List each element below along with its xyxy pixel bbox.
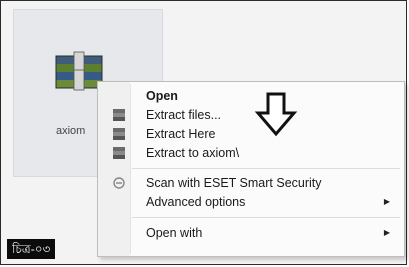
menu-item-open-with[interactable]: Open with ▶ <box>98 223 404 243</box>
menu-item-extract-here[interactable]: Extract Here <box>98 124 404 144</box>
menu-item-scan-eset[interactable]: Scan with ESET Smart Security <box>98 173 404 193</box>
menu-item-label: Extract files... <box>146 108 222 122</box>
menu-item-label: Advanced options <box>146 195 246 209</box>
menu-separator <box>132 217 400 218</box>
submenu-arrow-icon: ▶ <box>383 197 390 206</box>
menu-item-label: Scan with ESET Smart Security <box>146 176 322 190</box>
menu-item-label: Open <box>146 89 178 103</box>
menu-item-label: Extract to axiom\ <box>146 146 240 160</box>
file-name-label: axiom <box>56 125 86 137</box>
archive-icon <box>113 128 125 140</box>
menu-item-label: Extract Here <box>146 127 216 141</box>
menu-item-extract-files[interactable]: Extract files... <box>98 105 404 125</box>
menu-separator <box>132 168 400 169</box>
menu-item-open[interactable]: Open <box>98 86 404 106</box>
archive-icon <box>113 147 125 159</box>
context-menu: Open Extract files... Extract Here Extra… <box>97 81 405 257</box>
menu-item-extract-to[interactable]: Extract to axiom\ <box>98 143 404 163</box>
screenshot-frame: axiom Open Extract files... Extract Here <box>0 0 407 265</box>
down-arrow-icon <box>254 92 298 137</box>
submenu-arrow-icon: ▶ <box>383 228 390 237</box>
figure-caption: চিত্র-০৩ <box>7 239 56 259</box>
eset-icon <box>113 177 125 189</box>
menu-item-label: Open with <box>146 226 203 240</box>
menu-item-advanced-options[interactable]: Advanced options ▶ <box>98 192 404 212</box>
archive-icon <box>113 109 125 121</box>
